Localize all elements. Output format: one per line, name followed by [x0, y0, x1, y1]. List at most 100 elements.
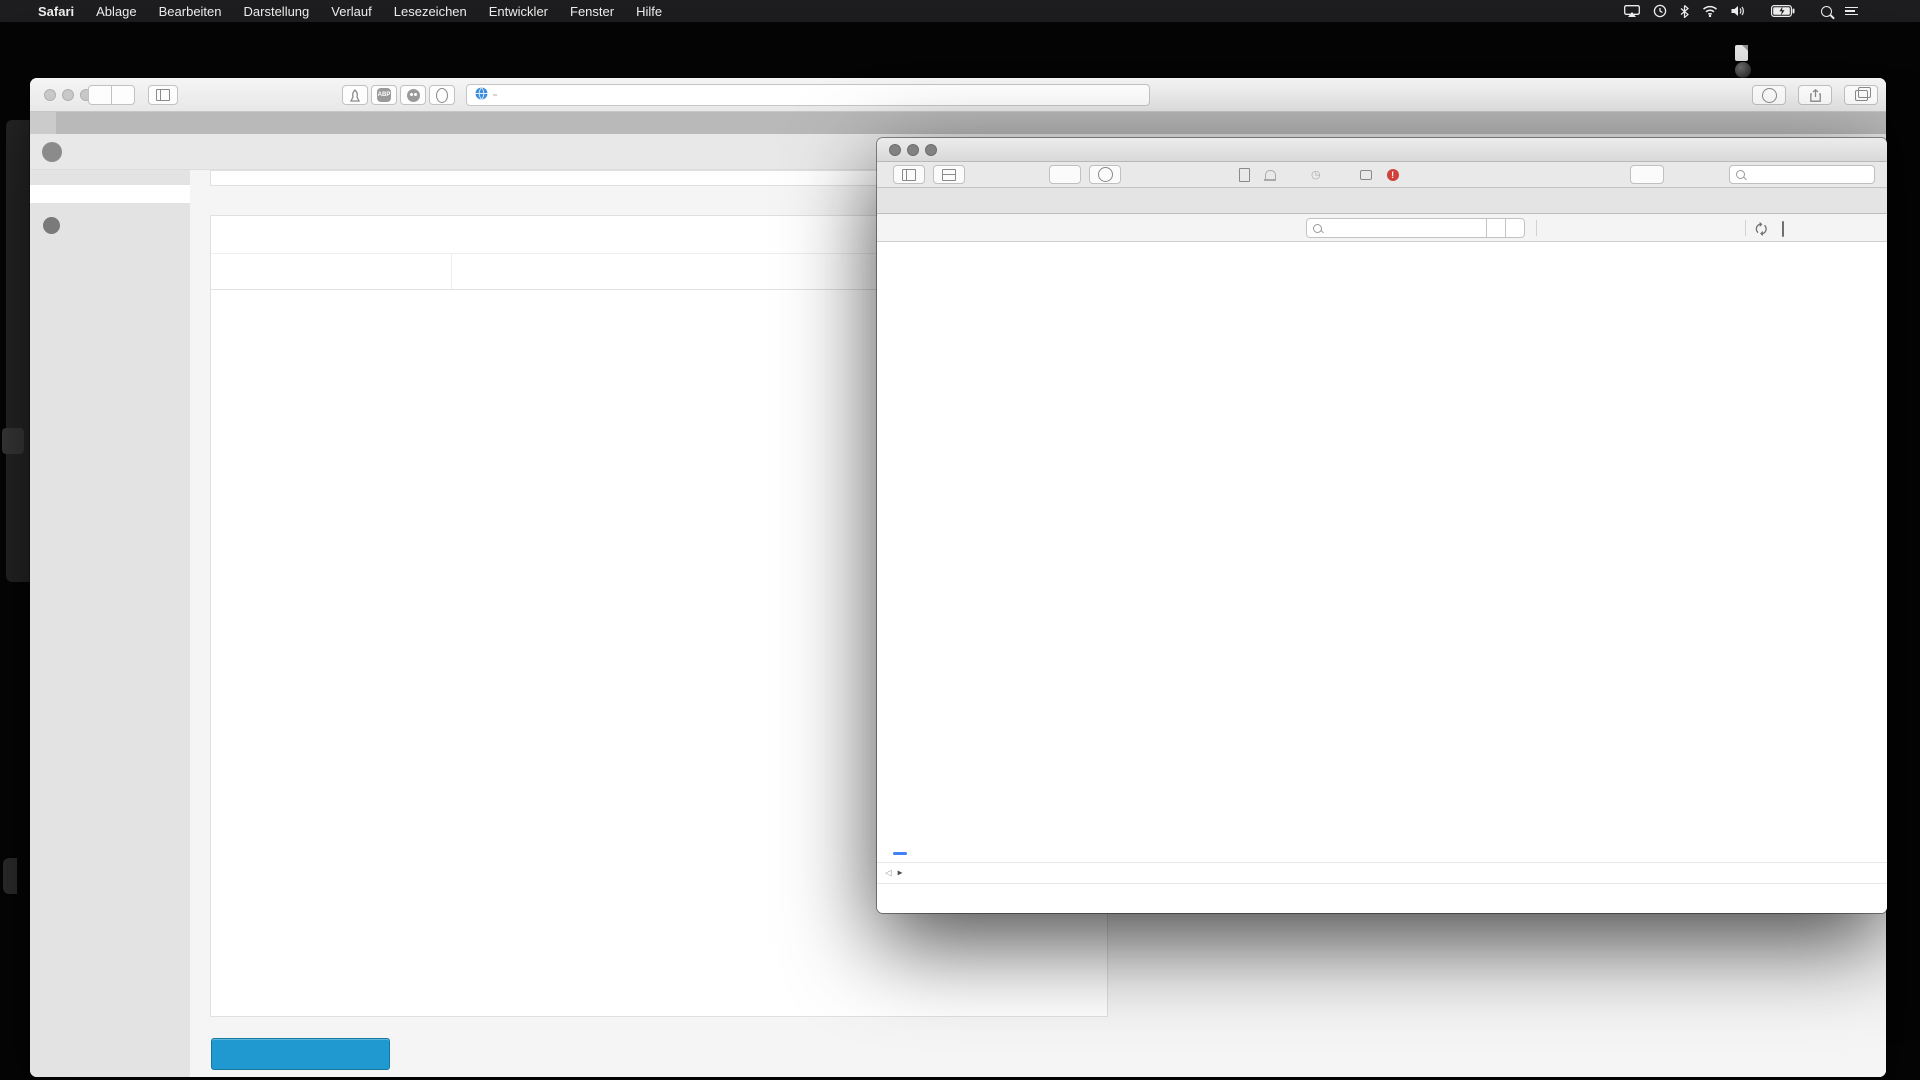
minimize-button[interactable] [907, 144, 919, 156]
inspector-title-bar [877, 138, 1887, 162]
volume-icon[interactable] [1731, 5, 1745, 17]
inspector-status-counters: ◷ ! [1239, 165, 1418, 184]
desktop: Safari Ablage Bearbeiten Darstellung Verlauf… [0, 0, 1920, 1080]
next-result-button[interactable] [1505, 218, 1525, 238]
dock-bottom-icon [942, 169, 956, 181]
background-window-nub [3, 858, 17, 894]
selected-element-code-row[interactable]: ◁ ▶ [877, 863, 1887, 884]
console-filter-bar: 🗘 [877, 214, 1887, 242]
menubar-item-darstellung[interactable]: Darstellung [244, 4, 310, 19]
menu-bar-status [1624, 0, 1858, 22]
collapse-icon [43, 217, 60, 234]
app-file-icon [1735, 62, 1751, 78]
extension-button-4[interactable] [429, 85, 455, 105]
extension-button-1[interactable] [342, 85, 368, 105]
inspector-search-field[interactable] [1729, 165, 1875, 184]
console-log-area: ◁ ▶ [877, 242, 1887, 913]
wifi-icon[interactable] [1702, 5, 1718, 17]
wp-sidebar [30, 170, 190, 1077]
search-icon [1736, 170, 1745, 179]
menubar-item-safari[interactable]: Safari [38, 4, 74, 19]
expand-triangle-icon[interactable]: ▶ [898, 868, 903, 877]
notification-center-icon[interactable] [1845, 5, 1858, 18]
sidebar-toggle-button[interactable] [148, 85, 178, 105]
close-button[interactable] [44, 89, 56, 101]
bubble-icon [1360, 170, 1372, 180]
error-count[interactable]: ! [1387, 169, 1403, 181]
menubar-item-entwickler[interactable]: Entwickler [489, 4, 548, 19]
oval-icon [436, 88, 448, 103]
download-icon [1098, 167, 1113, 182]
url-text [493, 94, 497, 96]
background-window-arrow[interactable] [2, 428, 24, 454]
reload-button[interactable] [1049, 165, 1081, 184]
issue-count-empty [1265, 170, 1280, 179]
log-filter-field[interactable] [1306, 218, 1487, 238]
clear-console-icon[interactable]: 🗘 [1755, 219, 1768, 243]
sidebar-collapse-button[interactable] [30, 217, 190, 234]
menubar-item-lesezeichen[interactable]: Lesezeichen [394, 4, 467, 19]
new-tab-button[interactable] [30, 112, 56, 134]
column-header-font-name [211, 254, 451, 289]
download-icon [1762, 88, 1777, 103]
menubar-item-ablage[interactable]: Ablage [96, 4, 136, 19]
previous-result-button[interactable] [1486, 218, 1506, 238]
time-machine-icon[interactable] [1653, 4, 1667, 18]
bell-icon [1265, 170, 1276, 179]
pdf-file-icon [1735, 45, 1748, 61]
clock-icon: ◷ [1311, 168, 1321, 181]
menubar-item-fenster[interactable]: Fenster [570, 4, 614, 19]
inspector-tab-bar [877, 188, 1887, 214]
downloads-button[interactable] [1752, 85, 1786, 105]
share-button[interactable] [1798, 85, 1832, 105]
time-count-empty: ◷ [1311, 168, 1325, 181]
save-changes-button[interactable] [211, 1038, 390, 1070]
dock-side-button[interactable] [893, 165, 925, 184]
safari-toolbar: ABP [30, 78, 1886, 112]
share-icon [1810, 89, 1821, 102]
web-inspector-window: ◷ ! 🗘 [877, 138, 1887, 913]
wp-sidebar-submenu [30, 185, 190, 203]
forward-button[interactable] [111, 85, 135, 105]
wordpress-logo[interactable] [42, 142, 62, 162]
console-prompt-row[interactable] [877, 884, 1887, 904]
download-button[interactable] [1089, 165, 1121, 184]
battery-icon [1771, 5, 1795, 17]
menu-bar-items: Safari Ablage Bearbeiten Darstellung Verlauf… [0, 4, 662, 19]
selected-element-badge [893, 852, 907, 855]
reveal-in-dom-icon[interactable]: ◁ [885, 866, 892, 879]
resource-count[interactable] [1239, 168, 1254, 182]
minimize-button[interactable] [62, 89, 74, 101]
spotlight-search-icon[interactable] [1821, 6, 1832, 17]
tab-overview-button[interactable] [1844, 85, 1878, 105]
dock-bottom-button[interactable] [933, 165, 965, 184]
desktop-file-app[interactable] [1735, 62, 1757, 78]
safari-tab-bar [30, 112, 1886, 134]
close-button[interactable] [889, 144, 901, 156]
element-picker-button[interactable] [1630, 165, 1664, 184]
desktop-file-pdf[interactable] [1735, 45, 1754, 61]
menubar-item-verlauf[interactable]: Verlauf [331, 4, 371, 19]
background-window-sliver[interactable] [6, 120, 33, 582]
document-icon [1239, 168, 1250, 182]
site-favicon [475, 87, 488, 103]
airplay-icon[interactable] [1624, 5, 1640, 17]
dock-side-icon [902, 169, 916, 181]
back-button[interactable] [88, 85, 112, 105]
macos-menu-bar: Safari Ablage Bearbeiten Darstellung Verlauf… [0, 0, 1920, 22]
menubar-item-hilfe[interactable]: Hilfe [636, 4, 662, 19]
log-count[interactable] [1360, 170, 1376, 180]
zoom-button[interactable] [925, 144, 937, 156]
mask-icon [407, 89, 420, 102]
extension-icon [349, 89, 361, 102]
menubar-item-bearbeiten[interactable]: Bearbeiten [159, 4, 222, 19]
extension-button-3[interactable] [400, 85, 426, 105]
extension-button-adblock[interactable]: ABP [371, 85, 397, 105]
selected-element-row[interactable] [877, 846, 1887, 863]
split-console-icon[interactable] [1782, 222, 1784, 236]
column-header-test-sentence [451, 254, 909, 289]
filter-search-icon [1313, 224, 1322, 233]
url-field[interactable] [466, 84, 1150, 106]
tabs-icon [1855, 90, 1868, 101]
bluetooth-icon[interactable] [1680, 5, 1689, 18]
